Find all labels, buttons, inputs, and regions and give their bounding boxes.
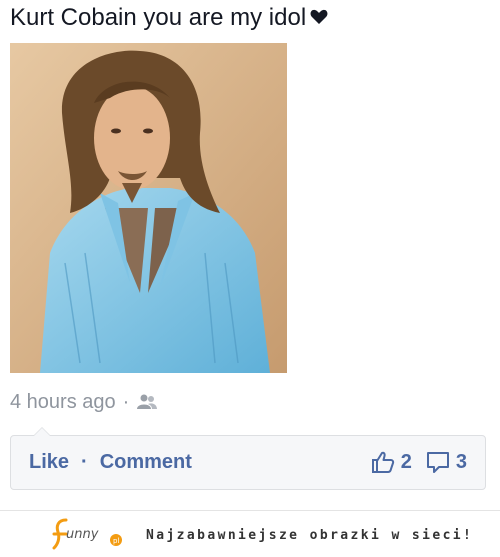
- action-bar-caret: [33, 427, 51, 436]
- thumbs-up-icon[interactable]: [371, 450, 395, 474]
- portrait-photo: [10, 43, 287, 373]
- footer-tagline: Najzabawniejsze obrazki w sieci!: [146, 528, 474, 543]
- funny-logo: unny pl: [52, 518, 122, 550]
- post-text: Kurt Cobain you are my idol: [10, 3, 490, 33]
- svg-text:pl: pl: [113, 537, 119, 545]
- post-meta: 4 hours ago ·: [10, 390, 158, 414]
- post-text-content: Kurt Cobain you are my idol: [10, 4, 307, 31]
- meta-separator: ·: [122, 390, 130, 413]
- heart-icon: [310, 9, 328, 24]
- like-count[interactable]: 2: [401, 451, 412, 474]
- comment-bubble-icon[interactable]: [426, 450, 450, 474]
- like-button[interactable]: Like: [29, 451, 69, 474]
- comment-button[interactable]: Comment: [100, 451, 192, 474]
- svg-text:unny: unny: [66, 527, 99, 542]
- action-separator: ·: [81, 451, 88, 473]
- post-photo[interactable]: [10, 43, 287, 373]
- timestamp[interactable]: 4 hours ago: [10, 391, 116, 414]
- action-bar: Like · Comment 2 3: [10, 427, 486, 490]
- post-counts: 2 3: [371, 450, 467, 474]
- footer-divider: [0, 510, 500, 511]
- comment-count[interactable]: 3: [456, 451, 467, 474]
- friends-icon: [137, 394, 158, 409]
- post-actions: Like · Comment: [29, 451, 192, 474]
